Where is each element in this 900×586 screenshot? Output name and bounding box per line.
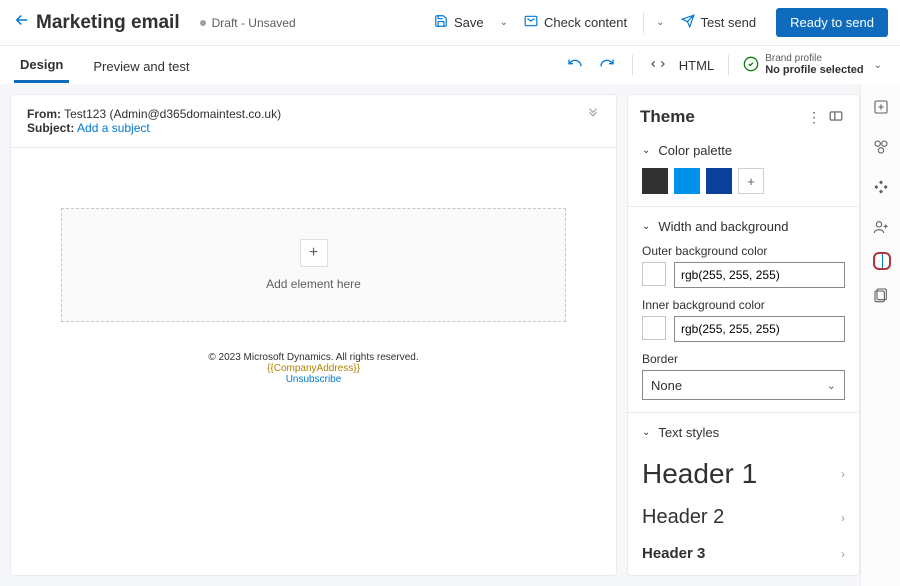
section-color-palette: ⌄ Color palette + [628,139,859,206]
outer-bg-input[interactable] [674,262,845,288]
rail-add-icon[interactable] [872,98,890,116]
inner-bg-input[interactable] [674,316,845,342]
outer-bg-label: Outer background color [642,244,845,258]
from-value[interactable]: Test123 (Admin@d365domaintest.co.uk) [64,107,281,121]
html-label[interactable]: HTML [679,58,714,73]
send-icon [681,14,695,31]
style-header-1[interactable]: Header 1 › [642,450,845,498]
palette-swatch-3[interactable] [706,168,732,194]
border-label: Border [642,352,845,366]
rail-elements-icon[interactable] [872,138,890,156]
rail-personalize-icon[interactable] [872,218,890,236]
check-content-icon [524,14,538,31]
test-send-button[interactable]: Test send [673,9,765,36]
check-content-button[interactable]: Check content [516,9,635,36]
outer-bg-swatch[interactable] [642,262,666,286]
inner-bg-swatch[interactable] [642,316,666,340]
tab-row: Design Preview and test HTML Brand profi… [0,46,900,84]
drop-zone[interactable]: + Add element here [61,208,566,322]
email-footer: © 2023 Microsoft Dynamics. All rights re… [11,352,616,385]
tab-preview[interactable]: Preview and test [87,49,195,82]
chevron-right-icon: › [841,547,845,561]
right-rail [860,84,900,586]
check-chevron-icon[interactable]: ⌄ [652,17,668,28]
palette-swatch-1[interactable] [642,168,668,194]
brand-profile-picker[interactable]: Brand profile No profile selected ⌄ [743,53,886,76]
page-header: Marketing email Draft - Unsaved Save ⌄ C… [0,0,900,46]
save-button[interactable]: Save [426,9,492,36]
drop-zone-label: Add element here [62,277,565,291]
section-width-background: ⌄ Width and background Outer background … [628,206,859,412]
page-title: Marketing email [36,12,180,34]
add-element-icon[interactable]: + [300,239,328,267]
chevron-down-icon: ⌄ [642,221,650,232]
code-icon[interactable] [647,56,669,75]
back-arrow-icon[interactable] [8,11,36,34]
save-icon [434,14,448,31]
workspace: From: Test123 (Admin@d365domaintest.co.u… [0,84,900,586]
rail-component-icon[interactable] [872,178,890,196]
inner-bg-label: Inner background color [642,298,845,312]
border-select[interactable]: None ⌄ [642,370,845,400]
chevron-down-icon: ⌄ [642,427,650,438]
from-label: From: [27,107,61,121]
collapse-header-icon[interactable] [586,107,600,135]
copyright-text: © 2023 Microsoft Dynamics. All rights re… [11,352,616,363]
chevron-down-icon: ⌄ [827,379,836,392]
section-toggle-width[interactable]: ⌄ Width and background [642,219,845,234]
ready-to-send-button[interactable]: Ready to send [776,8,888,37]
brand-chevron-icon[interactable]: ⌄ [870,60,886,71]
more-icon[interactable]: ⋮ [803,109,825,126]
status-dot-icon [200,20,206,26]
tab-design[interactable]: Design [14,47,69,83]
chevron-down-icon: ⌄ [642,145,650,156]
save-chevron-icon[interactable]: ⌄ [496,17,512,28]
subject-label: Subject: [27,121,74,135]
email-canvas: From: Test123 (Admin@d365domaintest.co.u… [10,94,617,576]
style-header-2[interactable]: Header 2 › [642,498,845,537]
palette-add-button[interactable]: + [738,168,764,194]
company-token: {{CompanyAddress}} [11,363,616,374]
draft-status: Draft - Unsaved [212,16,296,30]
divider [728,55,729,75]
chevron-right-icon: › [841,511,845,525]
style-paragraph[interactable]: Paragraph › [642,570,845,575]
palette-swatch-2[interactable] [674,168,700,194]
divider [643,13,644,33]
expand-panel-icon[interactable] [825,109,847,125]
brand-profile-icon [743,56,759,75]
style-header-3[interactable]: Header 3 › [642,537,845,570]
section-toggle-palette[interactable]: ⌄ Color palette [642,143,845,158]
redo-icon[interactable] [596,55,618,75]
subject-value[interactable]: Add a subject [77,121,150,135]
panel-title: Theme [640,107,803,127]
section-text-styles: ⌄ Text styles Header 1 › Header 2 › Head… [628,412,859,575]
unsubscribe-link[interactable]: Unsubscribe [11,374,616,385]
section-toggle-styles[interactable]: ⌄ Text styles [642,425,845,440]
rail-theme-icon[interactable] [873,252,891,270]
undo-icon[interactable] [564,55,586,75]
rail-assets-icon[interactable] [872,286,890,304]
theme-panel: Theme ⋮ ⌄ Color palette [627,94,860,576]
divider [632,55,633,75]
chevron-right-icon: › [841,467,845,481]
